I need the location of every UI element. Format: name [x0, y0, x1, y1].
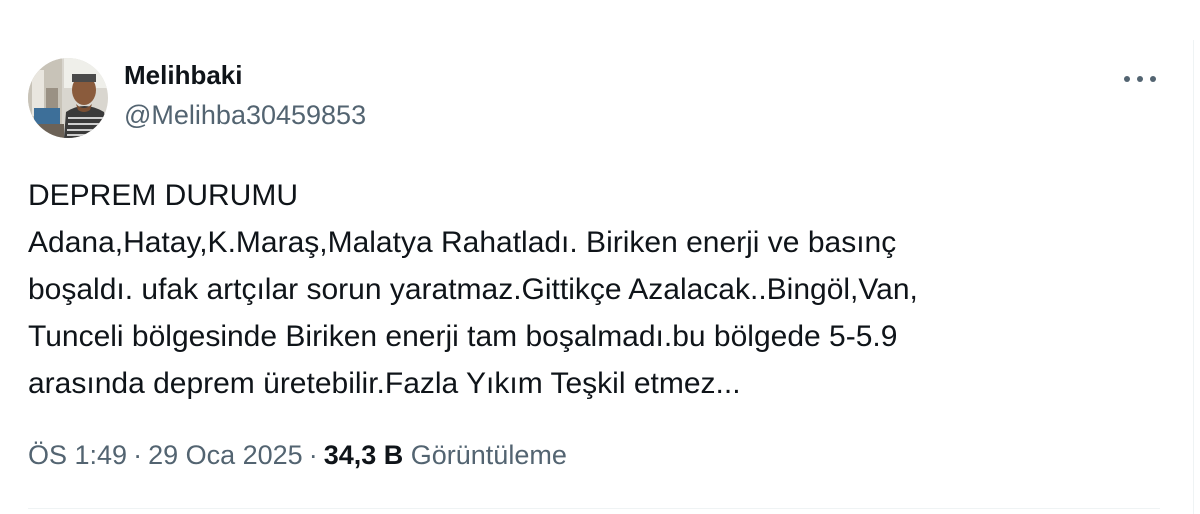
meta-separator-2: ·: [308, 440, 318, 470]
views-label: Görüntüleme: [410, 440, 567, 470]
tweet-timestamp-link[interactable]: ÖS 1:49 · 29 Oca 2025: [28, 440, 303, 470]
author-name[interactable]: Melihbaki: [124, 60, 242, 91]
tweet-time: ÖS 1:49: [28, 440, 128, 470]
views-link[interactable]: 34,3 B Görüntüleme: [324, 440, 567, 470]
tweet-date: 29 Oca 2025: [148, 440, 303, 470]
views-count: 34,3 B: [323, 440, 404, 470]
tweet-meta: ÖS 1:49 · 29 Oca 2025 · 34,3 B Görüntüleme: [28, 440, 567, 471]
more-options-button[interactable]: [1118, 64, 1162, 94]
tweet-card: Melihbaki @Melihba30459853 DEPREM DURUMU…: [0, 0, 1200, 514]
tweet-text: DEPREM DURUMU Adana,Hatay,K.Maraş,Malaty…: [28, 179, 918, 400]
card-border: [1193, 40, 1194, 514]
more-horizontal-icon: [1124, 76, 1156, 82]
author-handle[interactable]: @Melihba30459853: [124, 100, 366, 131]
divider: [28, 508, 1160, 509]
profile-photo-icon: [28, 58, 108, 138]
meta-separator: ·: [133, 440, 143, 470]
avatar[interactable]: [28, 58, 108, 138]
